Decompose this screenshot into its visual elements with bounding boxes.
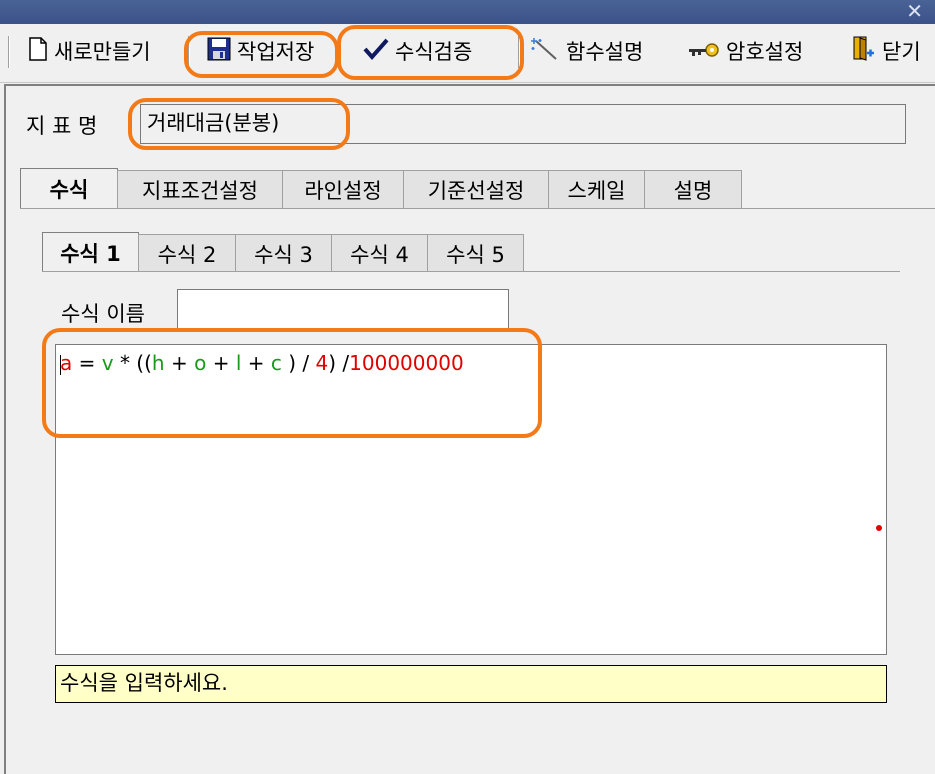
tab-formula-3[interactable]: 수식 3 [235,234,332,272]
tab-scale[interactable]: 스케일 [548,170,645,208]
tab-indicator-conditions[interactable]: 지표조건설정 [117,170,283,208]
formula-token: o [194,351,207,375]
floppy-disk-icon [207,37,231,66]
checkmark-icon [363,37,389,66]
formula-text: a = v * ((h + o + l + c ) / 4) /10000000… [60,351,464,375]
status-message: 수식을 입력하세요. [55,665,887,703]
formula-tab-bar: 수식 1 수식 2 수식 3 수식 4 수식 5 [42,232,524,272]
function-help-button[interactable]: 함수설명 [530,34,643,68]
formula-name-label: 수식 이름 [61,302,145,326]
tab-formula[interactable]: 수식 [20,168,118,208]
close-window-icon[interactable]: ✕ [906,1,923,21]
toolbar-separator [518,36,520,68]
formula-token: 4 [315,351,329,375]
formula-editor[interactable]: a = v * ((h + o + l + c ) / 4) /10000000… [55,344,887,655]
new-document-icon [28,36,48,66]
password-button[interactable]: 암호설정 [688,34,803,68]
function-help-button-label: 함수설명 [566,40,644,64]
toolbar-separator [8,36,10,68]
exit-door-icon [852,36,876,67]
formula-token: + [206,351,236,375]
tab-formula-2[interactable]: 수식 2 [138,234,236,272]
tab-line-settings[interactable]: 라인설정 [282,170,404,208]
formula-token: * (( [113,351,152,375]
formula-token: + [241,351,271,375]
formula-tab-underline [42,271,900,272]
toolbar-separator [188,36,190,68]
formula-token: ) / [328,351,350,375]
formula-token: h [151,351,165,375]
indicator-name-field[interactable]: 거래대금(분봉) [140,104,906,144]
save-button[interactable]: 작업저장 [207,34,314,68]
error-marker-dot [876,525,882,531]
indicator-name-label: 지 표 명 [26,114,98,138]
main-tab-bar: 수식 지표조건설정 라인설정 기준선설정 스케일 설명 [20,168,742,208]
formula-name-input[interactable] [177,289,509,331]
new-button-label: 새로만들기 [54,40,151,64]
formula-token: + [164,351,195,375]
magic-wand-icon [530,37,560,66]
formula-token: a [60,351,73,375]
verify-formula-button[interactable]: 수식검증 [363,34,472,68]
formula-token: v [101,351,114,375]
formula-token: ) / [281,351,316,375]
tab-baseline-settings[interactable]: 기준선설정 [403,170,549,208]
formula-token: = [72,351,102,375]
verify-formula-button-label: 수식검증 [395,40,473,64]
tab-description[interactable]: 설명 [644,170,742,208]
save-button-label: 작업저장 [237,40,315,64]
main-tab-underline [20,208,935,209]
close-button[interactable]: 닫기 [852,34,921,68]
toolbar: 새로만들기 작업저장 수식검증 함수설명 암호설정 닫기 [0,24,935,83]
password-button-label: 암호설정 [726,40,804,64]
close-button-label: 닫기 [882,40,921,64]
tab-formula-4[interactable]: 수식 4 [331,234,428,272]
tab-formula-1[interactable]: 수식 1 [42,232,139,272]
title-bar: ✕ [0,0,935,24]
tab-formula-5[interactable]: 수식 5 [427,234,524,272]
new-button[interactable]: 새로만들기 [28,34,151,68]
formula-token: 100000000 [349,351,464,375]
formula-token: c [270,351,282,375]
key-icon [688,39,720,63]
